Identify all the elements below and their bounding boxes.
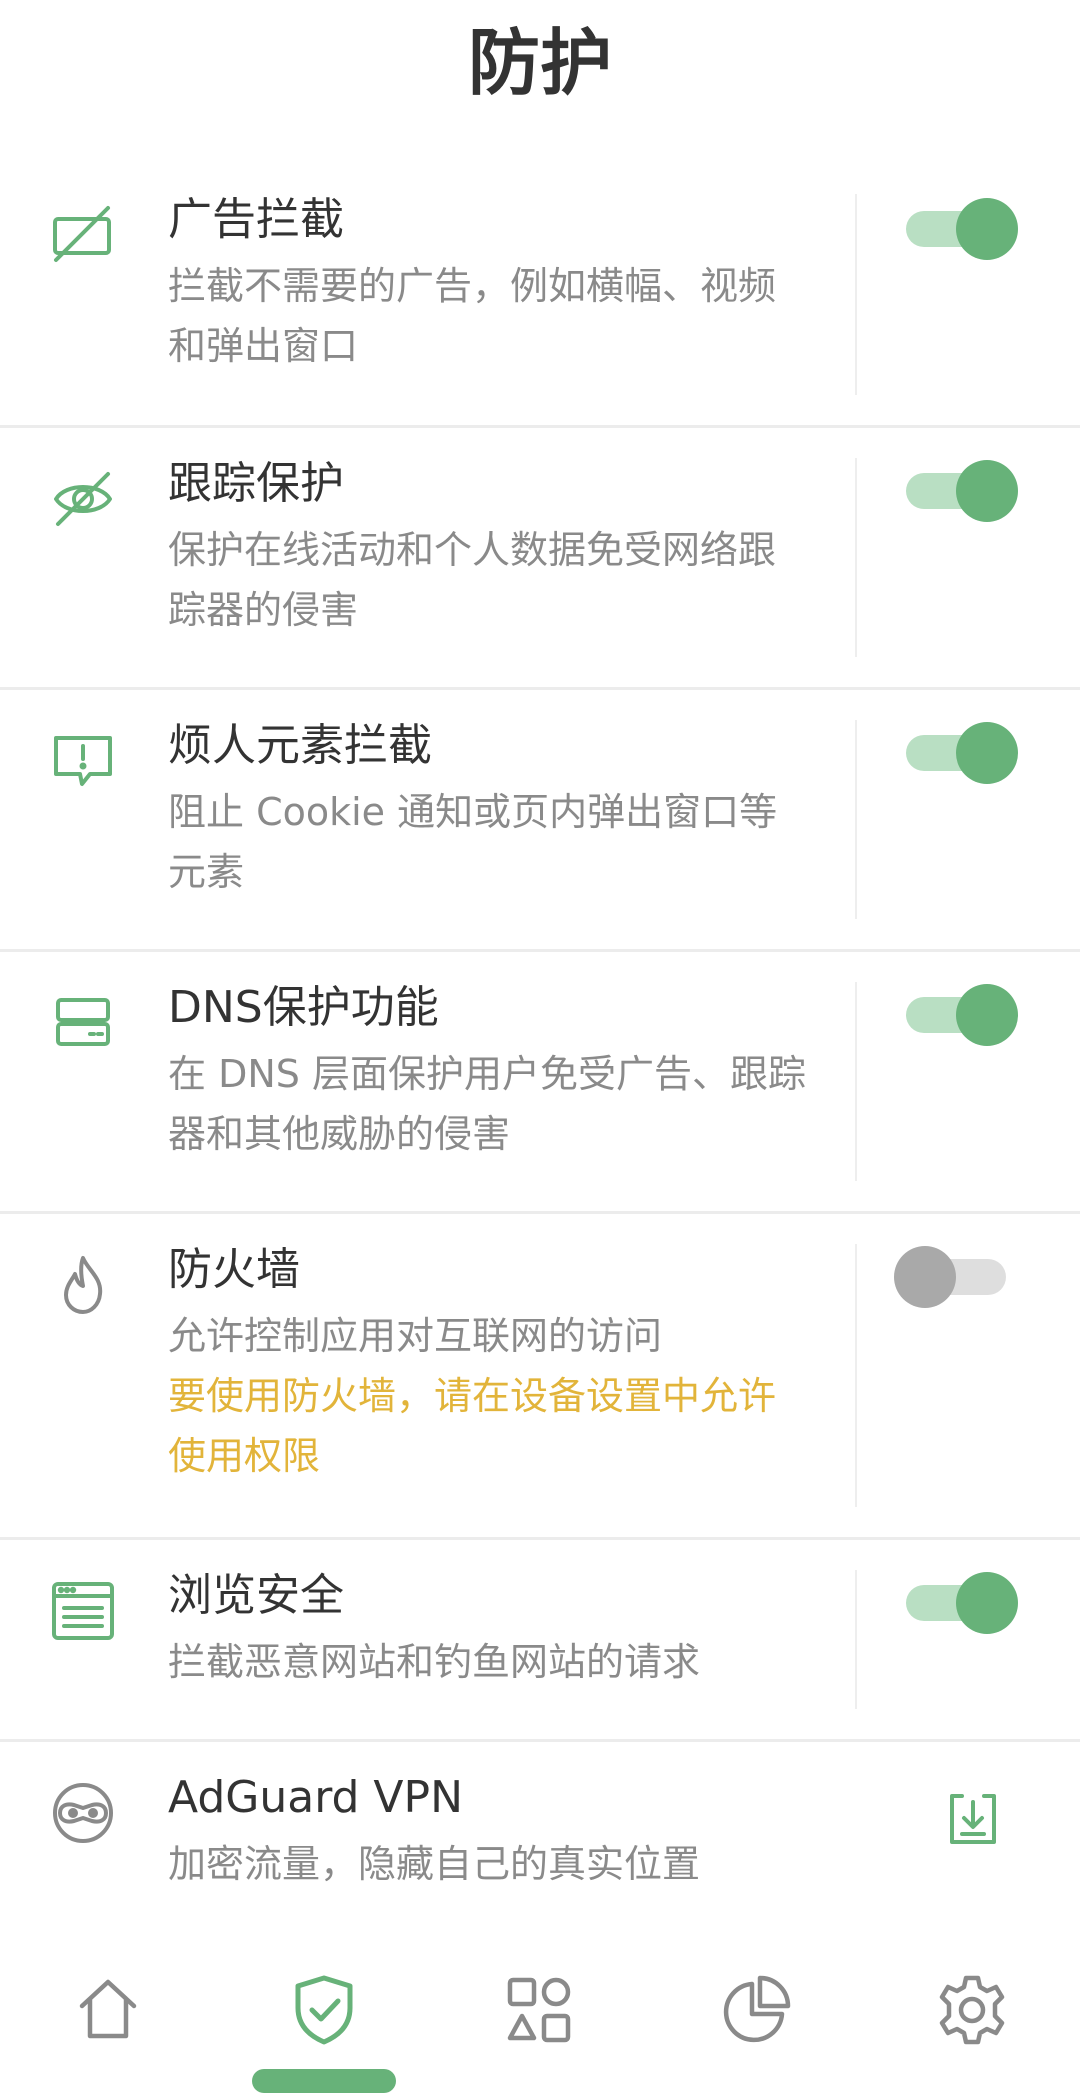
gear-icon[interactable] — [932, 1970, 1012, 2050]
vpn-mask-icon — [50, 1780, 116, 1846]
browsing-security-toggle[interactable] — [906, 1572, 1018, 1634]
active-tab-indicator — [252, 2069, 396, 2093]
setting-label: AdGuard VPN — [168, 1772, 463, 1823]
flame-icon — [50, 1252, 116, 1318]
pie-chart-icon[interactable] — [716, 1970, 796, 2050]
setting-label: 广告拦截 — [168, 194, 344, 245]
ad-block-icon — [50, 202, 116, 268]
dns-server-icon — [50, 990, 116, 1056]
annoyance-blocking-toggle[interactable] — [906, 722, 1018, 784]
divider — [855, 1570, 857, 1709]
setting-label: 跟踪保护 — [168, 458, 344, 509]
setting-label: 烦人元素拦截 — [168, 720, 432, 771]
page-title: 防护 — [467, 21, 612, 105]
setting-row-ad-blocking[interactable]: 广告拦截 拦截不需要的广告，例如横幅、视频和弹出窗口 — [0, 164, 1080, 428]
divider — [855, 194, 857, 395]
setting-description: 阻止 Cookie 通知或页内弹出窗口等元素 — [168, 790, 778, 894]
setting-label: 浏览安全 — [168, 1570, 344, 1621]
divider — [855, 982, 857, 1181]
bottom-navigation — [0, 1916, 1080, 2093]
tracking-protection-toggle[interactable] — [906, 460, 1018, 522]
setting-row-browsing-security[interactable]: 浏览安全 拦截恶意网站和钓鱼网站的请求 — [0, 1540, 1080, 1742]
divider — [855, 1244, 857, 1507]
divider — [855, 458, 857, 657]
setting-label: DNS保护功能 — [168, 982, 439, 1033]
divider — [855, 720, 857, 919]
apps-grid-icon[interactable] — [500, 1970, 580, 2050]
setting-description: 在 DNS 层面保护用户免受广告、跟踪器和其他威胁的侵害 — [168, 1052, 806, 1156]
download-icon[interactable] — [946, 1792, 1000, 1846]
setting-row-tracking-protection[interactable]: 跟踪保护 保护在线活动和个人数据免受网络跟踪器的侵害 — [0, 428, 1080, 690]
permission-warning[interactable]: 要使用防火墙，请在设备设置中允许使用权限 — [168, 1366, 808, 1486]
setting-row-firewall[interactable]: 防火墙 允许控制应用对互联网的访问 要使用防火墙，请在设备设置中允许使用权限 — [0, 1214, 1080, 1540]
ad-blocking-toggle[interactable] — [906, 198, 1018, 260]
firewall-toggle[interactable] — [894, 1246, 1014, 1308]
browser-window-icon — [50, 1578, 116, 1644]
setting-row-annoyance-blocking[interactable]: 烦人元素拦截 阻止 Cookie 通知或页内弹出窗口等元素 — [0, 690, 1080, 952]
home-icon[interactable] — [68, 1970, 148, 2050]
setting-label: 防火墙 — [168, 1244, 300, 1295]
setting-description: 加密流量，隐藏自己的真实位置 — [168, 1842, 701, 1886]
dns-protection-toggle[interactable] — [906, 984, 1018, 1046]
shield-check-icon[interactable] — [284, 1970, 364, 2050]
setting-description: 拦截恶意网站和钓鱼网站的请求 — [168, 1640, 701, 1684]
eye-off-icon — [50, 466, 116, 532]
setting-description: 允许控制应用对互联网的访问 — [168, 1314, 663, 1358]
alert-message-icon — [50, 728, 116, 794]
protection-list: 广告拦截 拦截不需要的广告，例如横幅、视频和弹出窗口 跟踪保护 保护在线活动和个… — [0, 164, 1080, 1922]
setting-description: 拦截不需要的广告，例如横幅、视频和弹出窗口 — [168, 264, 777, 368]
setting-row-adguard-vpn[interactable]: AdGuard VPN 加密流量，隐藏自己的真实位置 — [0, 1742, 1080, 1922]
setting-row-dns-protection[interactable]: DNS保护功能 在 DNS 层面保护用户免受广告、跟踪器和其他威胁的侵害 — [0, 952, 1080, 1214]
setting-description: 保护在线活动和个人数据免受网络跟踪器的侵害 — [168, 528, 777, 632]
